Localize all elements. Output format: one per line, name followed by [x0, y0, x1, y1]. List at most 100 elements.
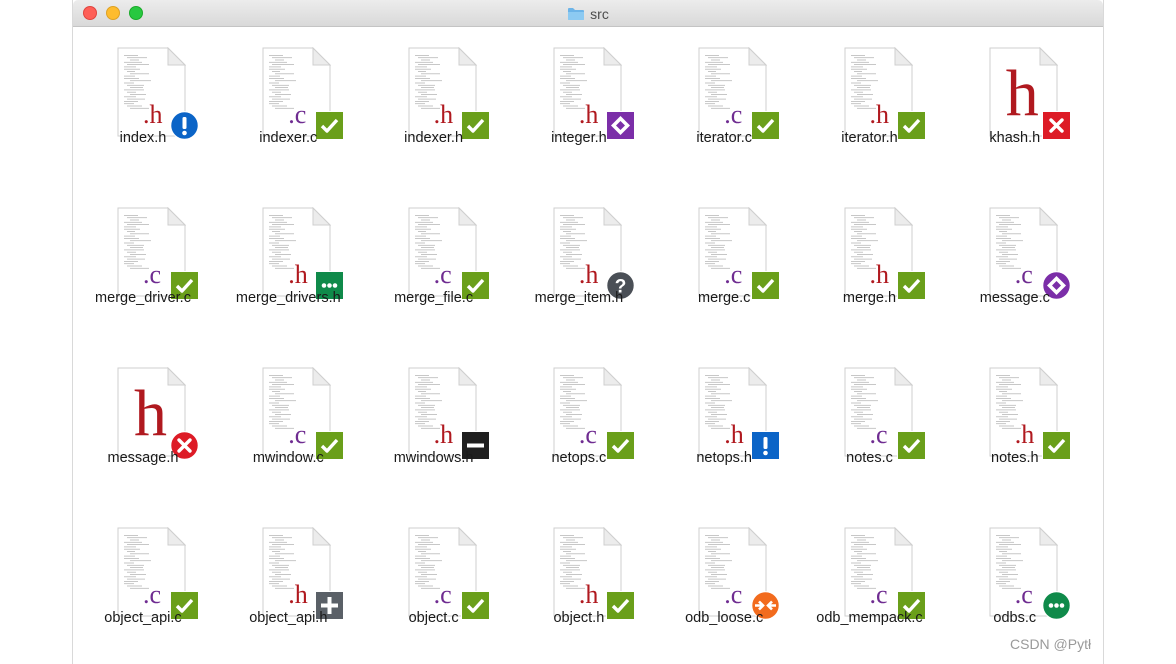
file-name-label: merge.h: [842, 290, 897, 306]
file-item[interactable]: .h merge.h: [800, 187, 940, 337]
file-name-label: merge.c: [697, 290, 751, 306]
h-file-icon[interactable]: .h: [407, 47, 490, 140]
file-item[interactable]: h message.h: [73, 347, 213, 497]
h-file-icon[interactable]: .h: [843, 207, 926, 300]
file-extension-label: .c: [288, 100, 307, 129]
h-file-icon[interactable]: .h: [552, 47, 635, 140]
file-item[interactable]: .h notes.h: [945, 347, 1085, 497]
h-file-icon[interactable]: .h: [843, 47, 926, 140]
file-extension-label: .h: [433, 100, 454, 129]
h-file-icon[interactable]: .h: [116, 47, 199, 140]
file-name-label: odbs.c: [993, 610, 1037, 626]
c-file-icon[interactable]: .c: [407, 207, 490, 300]
file-item[interactable]: .c odb_mempack.c: [800, 507, 940, 657]
file-item[interactable]: .c indexer.c: [218, 27, 358, 177]
file-item[interactable]: .h object_api.h: [218, 507, 358, 657]
file-item[interactable]: .h index.h: [73, 27, 213, 177]
file-name-label: mwindow.c: [252, 450, 324, 466]
file-name-label: iterator.h: [841, 130, 898, 146]
file-item[interactable]: .h indexer.h: [364, 27, 504, 177]
c-file-icon[interactable]: .c: [552, 367, 635, 460]
file-name-label: netops.h: [696, 450, 752, 466]
file-extension-label: .c: [578, 420, 597, 449]
c-file-icon[interactable]: .c: [407, 527, 490, 620]
file-item[interactable]: .h merge_drivers.h: [218, 187, 358, 337]
file-item[interactable]: .c object.c: [364, 507, 504, 657]
file-name-label: index.h: [119, 130, 167, 146]
file-item[interactable]: .c message.c: [945, 187, 1085, 337]
h-file-icon[interactable]: h: [988, 47, 1071, 140]
file-name-label: object_api.c: [104, 610, 182, 626]
file-item[interactable]: .h integer.h: [509, 27, 649, 177]
finder-window: src .h index.h .c indexer.c .h indexer.h .h…: [72, 0, 1104, 664]
file-extension-label: .c: [869, 580, 888, 609]
file-name-label: merge_file.c: [394, 290, 474, 306]
file-extension-label: .c: [724, 100, 743, 129]
c-file-icon[interactable]: .c: [116, 207, 199, 300]
file-item[interactable]: .c merge.c: [654, 187, 794, 337]
file-extension-label: .c: [433, 580, 452, 609]
h-file-icon[interactable]: .h: [988, 367, 1071, 460]
file-name-label: merge_driver.c: [95, 290, 191, 306]
file-item[interactable]: .h iterator.h: [800, 27, 940, 177]
h-file-icon[interactable]: .h: [261, 207, 345, 300]
file-item[interactable]: .h? merge_item.h: [509, 187, 649, 337]
file-name-label: merge_item.h: [534, 290, 624, 306]
file-extension-label: .h: [869, 100, 890, 129]
c-file-icon[interactable]: .c: [261, 367, 345, 460]
h-file-icon[interactable]: .h: [552, 527, 635, 620]
file-item[interactable]: .h netops.h: [654, 347, 794, 497]
file-extension-label: .h: [578, 100, 599, 129]
file-name-label: khash.h: [989, 130, 1041, 146]
c-file-icon[interactable]: .c: [697, 47, 781, 140]
file-name-label: object.h: [553, 610, 605, 626]
file-extension-label: .h: [578, 260, 599, 289]
file-extension-label: .h: [143, 100, 163, 129]
file-item[interactable]: .c netops.c: [509, 347, 649, 497]
file-extension-label: .c: [143, 580, 162, 609]
file-name-label: object.c: [408, 610, 459, 626]
file-extension-label: .h: [288, 260, 308, 289]
file-extension-label: .h: [724, 420, 744, 449]
file-name-label: notes.c: [846, 450, 893, 466]
file-item[interactable]: h khash.h: [945, 27, 1085, 177]
file-grid: .h index.h .c indexer.c .h indexer.h .h inte…: [73, 27, 1103, 664]
file-item[interactable]: .h mwindows.h: [364, 347, 504, 497]
h-file-icon[interactable]: .h: [407, 367, 490, 460]
c-file-icon[interactable]: .c: [988, 527, 1071, 620]
file-item[interactable]: .c merge_driver.c: [73, 187, 213, 337]
c-file-icon[interactable]: .c: [697, 527, 781, 620]
c-file-icon[interactable]: .c: [988, 207, 1071, 300]
file-item[interactable]: .c object_api.c: [73, 507, 213, 657]
file-item[interactable]: .h object.h: [509, 507, 649, 657]
file-item[interactable]: .c odb_loose.c: [654, 507, 794, 657]
file-extension-label: .c: [288, 420, 307, 449]
file-extension-label: .c: [1014, 260, 1033, 289]
folder-icon: [568, 7, 585, 20]
h-file-icon[interactable]: .h?: [552, 207, 635, 300]
file-item[interactable]: .c notes.c: [800, 347, 940, 497]
c-file-icon[interactable]: .c: [261, 47, 345, 140]
file-name-label: merge_drivers.h: [235, 290, 341, 306]
file-extension-label: .c: [143, 260, 162, 289]
file-name-label: mwindows.h: [393, 450, 474, 466]
file-name-label: iterator.c: [696, 130, 752, 146]
file-name-label: notes.h: [991, 450, 1039, 466]
file-name-label: odb_mempack.c: [816, 610, 923, 626]
h-file-icon[interactable]: h: [116, 367, 199, 460]
file-item[interactable]: .c mwindow.c: [218, 347, 358, 497]
c-file-icon[interactable]: .c: [843, 367, 926, 460]
file-name-label: odb_loose.c: [685, 610, 764, 626]
h-file-icon[interactable]: .h: [261, 527, 345, 620]
file-extension-label: .h: [433, 420, 454, 449]
file-name-label: indexer.c: [259, 130, 318, 146]
file-item[interactable]: .c merge_file.c: [364, 187, 504, 337]
file-name-label: netops.c: [551, 450, 607, 466]
file-item[interactable]: .c odbs.c: [945, 507, 1085, 657]
file-extension-label: h: [1005, 57, 1039, 130]
c-file-icon[interactable]: .c: [697, 207, 781, 300]
c-file-icon[interactable]: .c: [843, 527, 926, 620]
h-file-icon[interactable]: .h: [697, 367, 781, 460]
file-item[interactable]: .c iterator.c: [654, 27, 794, 177]
c-file-icon[interactable]: .c: [116, 527, 199, 620]
